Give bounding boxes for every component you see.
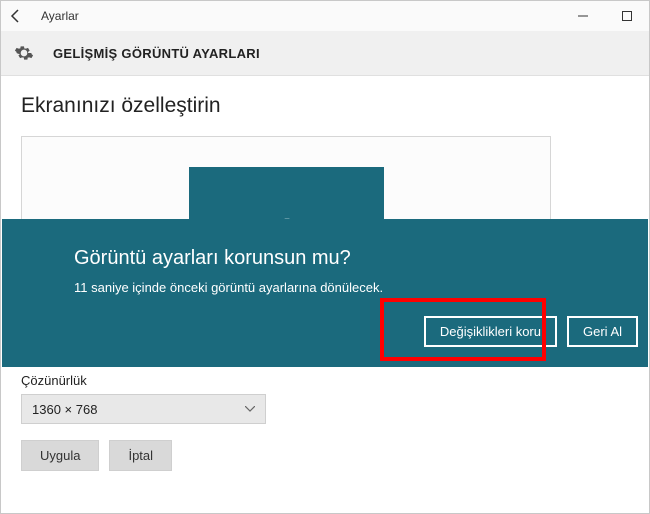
confirm-dialog: Görüntü ayarları korunsun mu? 11 saniye … <box>2 219 648 367</box>
back-button[interactable] <box>1 1 31 31</box>
resolution-label: Çözünürlük <box>21 373 629 388</box>
window-title: Ayarlar <box>41 9 79 23</box>
page-header: GELİŞMİŞ GÖRÜNTÜ AYARLARI <box>1 31 649 76</box>
maximize-button[interactable] <box>605 1 649 31</box>
chevron-down-icon <box>245 403 255 415</box>
settings-window: Ayarlar GELİŞMİŞ GÖRÜNTÜ AYARLARI Ekranı… <box>0 0 650 514</box>
cancel-button[interactable]: İptal <box>109 440 172 471</box>
keep-changes-button[interactable]: Değişiklikleri koru <box>424 316 557 347</box>
gear-icon <box>13 42 35 64</box>
action-buttons: Uygula İptal <box>21 440 629 471</box>
apply-button[interactable]: Uygula <box>21 440 99 471</box>
resolution-select[interactable]: 1360 × 768 <box>21 394 266 424</box>
dialog-title: Görüntü ayarları korunsun mu? <box>74 247 648 270</box>
page-title: GELİŞMİŞ GÖRÜNTÜ AYARLARI <box>53 46 260 61</box>
dialog-message: 11 saniye içinde önceki görüntü ayarları… <box>74 280 648 295</box>
minimize-button[interactable] <box>561 1 605 31</box>
section-title: Ekranınızı özelleştirin <box>21 94 629 118</box>
window-controls <box>561 1 649 31</box>
title-bar: Ayarlar <box>1 1 649 31</box>
revert-button[interactable]: Geri Al <box>567 316 638 347</box>
resolution-value: 1360 × 768 <box>32 402 97 417</box>
dialog-buttons: Değişiklikleri koru Geri Al <box>424 316 638 347</box>
